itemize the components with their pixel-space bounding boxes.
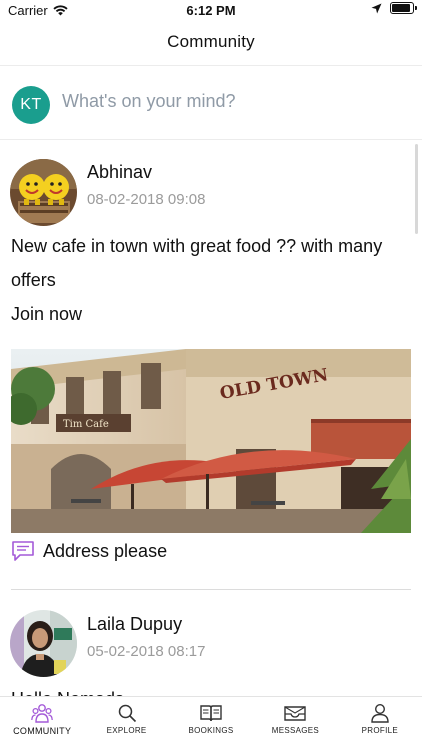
page-title: Community: [167, 32, 255, 51]
battery-fill: [392, 4, 410, 12]
post-composer[interactable]: KT What's on your mind?: [0, 66, 422, 140]
post-divider: [11, 589, 411, 590]
post-timestamp: 05-02-2018 08:17: [87, 643, 206, 660]
post-body: Hello Nomads: [11, 682, 411, 696]
community-icon: [31, 704, 54, 723]
tab-label: MESSAGES: [271, 726, 320, 735]
comment-text: Address please: [43, 540, 168, 561]
tab-messages[interactable]: MESSAGES: [253, 697, 337, 750]
status-time: 6:12 PM: [186, 3, 236, 18]
tab-community[interactable]: COMMUNITY: [0, 697, 84, 750]
message-icon[interactable]: [11, 540, 35, 562]
tab-label: BOOKINGS: [188, 726, 234, 735]
post-image[interactable]: Tim Cafe OLD TOWN: [11, 349, 411, 533]
tab-label: PROFILE: [361, 726, 398, 735]
post-text-line: New cafe in town with great food ?? with…: [11, 236, 383, 256]
battery-icon: [390, 2, 417, 14]
avatar-photo-icon: [10, 159, 77, 226]
inbox-icon: [284, 706, 307, 721]
post-text-line: Hello Nomads: [11, 682, 411, 696]
composer-input[interactable]: What's on your mind?: [62, 91, 236, 112]
tab-bar: COMMUNITY EXPLORE BOOKINGS MESSAGES PROF…: [0, 696, 422, 750]
post-text-line: Join now: [11, 304, 83, 324]
svg-text:Tim Cafe: Tim Cafe: [63, 419, 109, 430]
user-avatar[interactable]: KT: [12, 86, 50, 124]
tab-label: COMMUNITY: [13, 726, 72, 736]
tab-label: EXPLORE: [106, 726, 147, 735]
avatar-photo-icon: [10, 610, 77, 677]
community-feed[interactable]: Abhinav 08-02-2018 09:08 New cafe in tow…: [0, 140, 422, 696]
book-icon: [200, 705, 222, 722]
post-text-line: offers: [11, 270, 56, 290]
person-icon: [371, 703, 389, 723]
scrollbar[interactable]: [415, 144, 418, 234]
cafe-photo: Tim Cafe OLD TOWN: [11, 349, 411, 533]
tab-bookings[interactable]: BOOKINGS: [169, 697, 253, 750]
post-body: New cafe in town with great food ?? with…: [11, 229, 411, 331]
author-avatar[interactable]: [10, 159, 77, 226]
author-avatar[interactable]: [10, 610, 77, 677]
navigation-bar: Community: [0, 22, 422, 66]
tab-profile[interactable]: PROFILE: [338, 697, 422, 750]
search-icon: [118, 704, 136, 723]
comment-row[interactable]: Address please: [11, 540, 167, 562]
post-author[interactable]: Abhinav: [87, 162, 152, 183]
tab-explore[interactable]: EXPLORE: [84, 697, 168, 750]
status-right: [371, 2, 417, 14]
location-arrow-icon: [371, 3, 382, 13]
post-timestamp: 08-02-2018 09:08: [87, 191, 206, 208]
status-bar: Carrier 6:12 PM: [0, 0, 422, 22]
post-author[interactable]: Laila Dupuy: [87, 614, 182, 635]
